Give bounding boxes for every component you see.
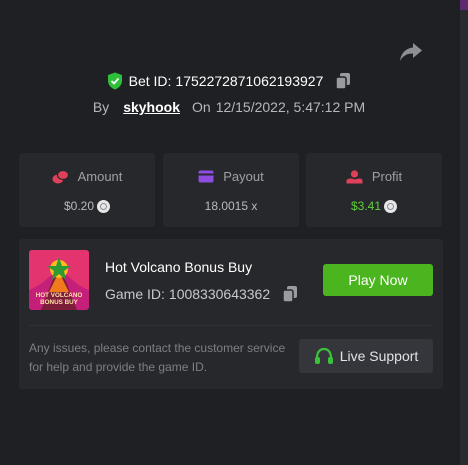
bet-date: 12/15/2022, 5:47:12 PM [215,99,366,115]
payout-value: 18.0015 x [204,199,258,213]
profit-value-row: $3.41 [306,199,442,213]
coin-icon [97,199,111,213]
amount-label: Amount [77,169,123,184]
amount-card: Amount $0.20 [19,153,155,227]
coin-icon [384,199,398,213]
game-card: HOT VOLCANO BONUS BUY Hot Volcano Bonus … [19,239,443,389]
username-link[interactable]: skyhook [123,99,180,115]
payout-card: Payout 18.0015 x [163,153,299,227]
edge-accent [460,0,468,10]
live-support-label: Live Support [339,348,419,364]
profit-header: Profit [306,169,442,184]
on-label: On [192,99,211,115]
amount-header: Amount [19,169,155,184]
game-id-value: 1008330643362 [168,286,271,302]
thumb-title-line2: BONUS BUY [40,299,79,306]
thumb-title-line1: HOT VOLCANO [36,292,83,299]
bet-id-label: Bet ID: [128,73,172,89]
coins-icon [52,169,69,183]
page-scroll-edge [460,0,468,465]
bet-id-value: 1752272871062193927 [175,73,324,89]
by-label: By [92,99,110,115]
shield-check-icon [107,72,122,90]
card-icon [198,170,214,183]
payout-label: Payout [223,169,264,184]
hand-coin-icon [346,169,363,183]
profit-card: Profit $3.41 [306,153,442,227]
amount-value: $0.20 [63,199,95,213]
amount-value-row: $0.20 [19,199,155,213]
bet-id-row: Bet ID: 1752272871062193927 [0,70,458,92]
game-thumbnail[interactable]: HOT VOLCANO BONUS BUY [29,250,89,310]
copy-bet-id-icon[interactable] [335,72,351,90]
payout-header: Payout [163,169,299,184]
divider [29,325,433,326]
game-id-row: Game ID: 1008330643362 [105,285,298,303]
share-icon[interactable] [398,40,424,64]
live-support-button[interactable]: Live Support [299,339,433,373]
copy-game-id-icon[interactable] [282,285,298,303]
game-name: Hot Volcano Bonus Buy [105,259,253,275]
bet-meta-row: By skyhook On 12/15/2022, 5:47:12 PM [0,97,458,117]
support-notice: Any issues, please contact the customer … [29,341,286,374]
play-now-button[interactable]: Play Now [323,264,433,296]
headset-icon [314,347,333,364]
game-id-label: Game ID: [105,286,165,302]
profit-value: $3.41 [350,199,382,213]
profit-label: Profit [371,169,403,184]
payout-value-row: 18.0015 x [163,199,299,213]
